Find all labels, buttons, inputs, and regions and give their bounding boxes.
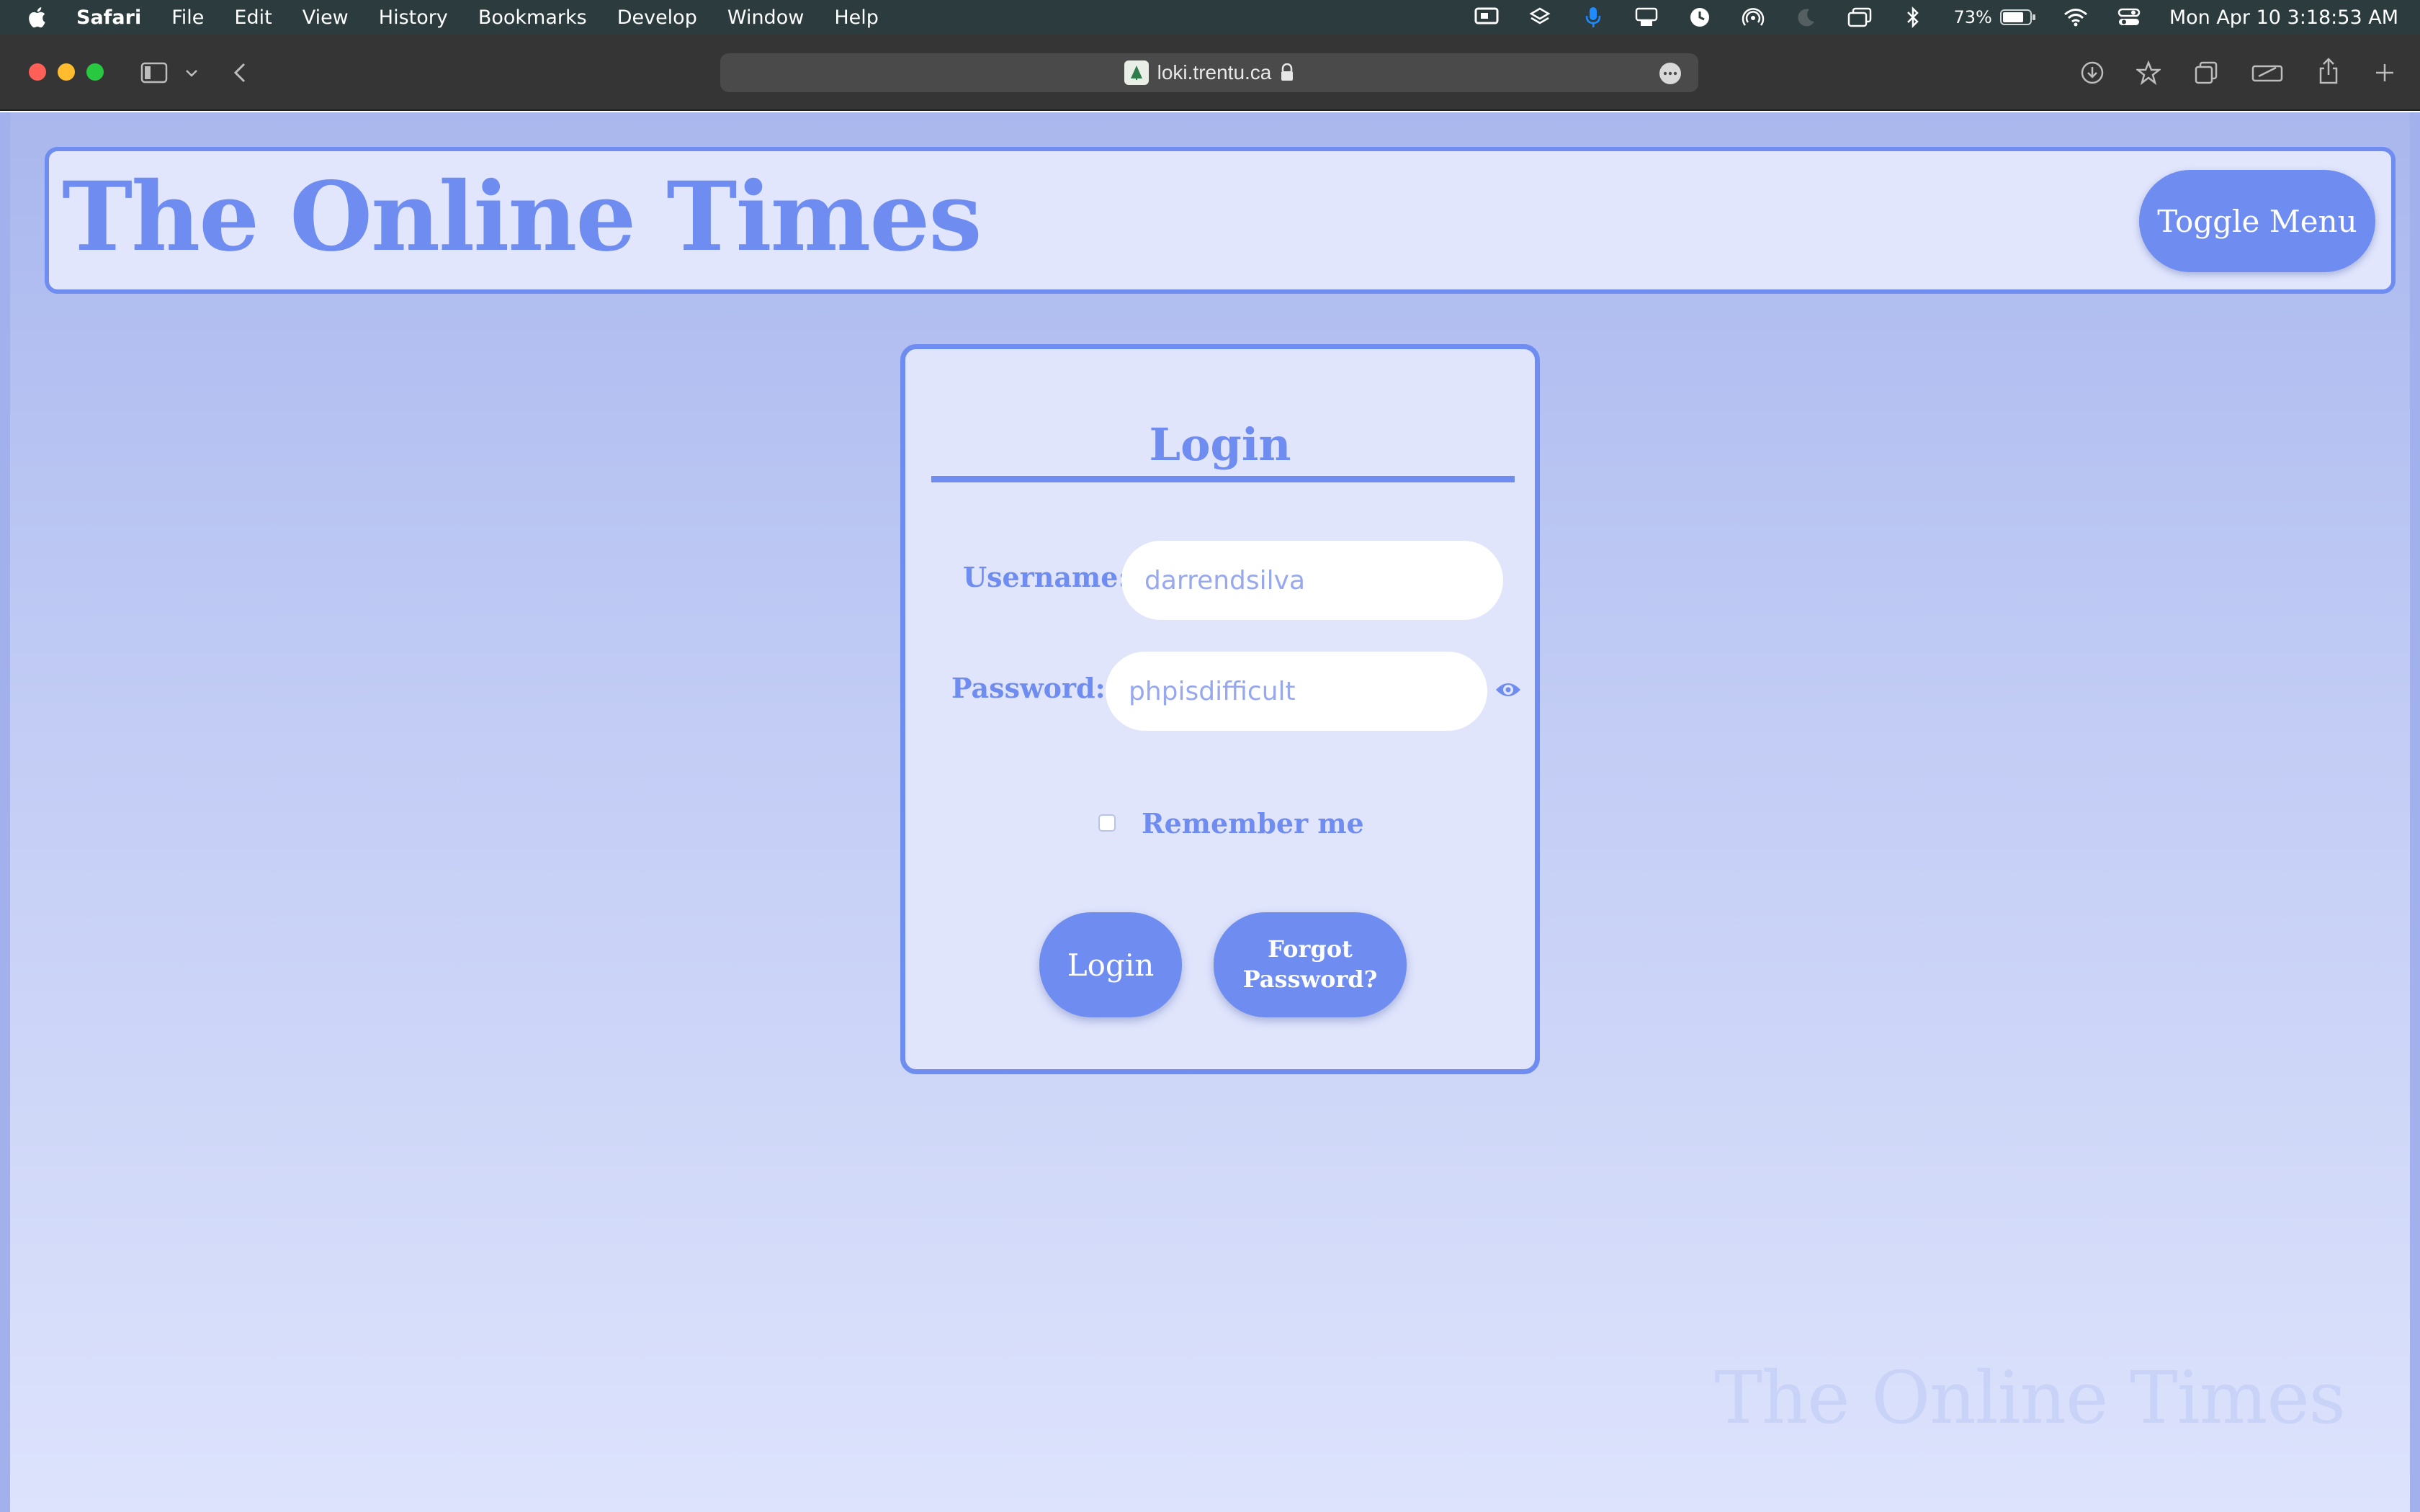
bookmark-star-icon[interactable] [2135,59,2162,86]
menu-window[interactable]: Window [727,6,804,29]
footer-watermark: The Online Times [1714,1356,2346,1440]
battery-icon[interactable] [1999,6,2037,28]
window-icon[interactable] [1845,6,1874,28]
password-field[interactable]: phpisdifficult [1106,652,1487,731]
remember-me-checkbox[interactable] [1098,814,1116,832]
close-window-button[interactable] [29,63,46,81]
chevron-down-icon[interactable] [183,65,200,82]
username-field[interactable]: darrendsilva [1121,541,1503,620]
airdrop-icon[interactable] [1739,6,1767,28]
web-page: The Online Times Toggle Menu Login Usern… [0,112,2420,1512]
menu-view[interactable]: View [302,6,349,29]
menu-history[interactable]: History [379,6,448,29]
share-icon[interactable] [2315,56,2342,86]
back-icon[interactable] [229,60,251,85]
password-label: Password: [951,672,1106,704]
menu-file[interactable]: File [171,6,204,29]
lock-icon [1280,63,1294,82]
apple-icon[interactable] [26,5,50,30]
layers-icon[interactable] [1525,6,1554,28]
menu-bookmarks[interactable]: Bookmarks [478,6,587,29]
battery-percent: 73% [1953,7,1992,27]
username-label: Username: [963,561,1129,593]
minimize-window-button[interactable] [58,63,75,81]
stream-deck-icon[interactable] [1632,6,1661,28]
control-center-icon[interactable] [2115,6,2143,28]
new-tab-icon[interactable] [2371,59,2398,86]
site-header: The Online Times Toggle Menu [45,147,2396,294]
login-button[interactable]: Login [1039,912,1182,1017]
menu-app-safari[interactable]: Safari [76,6,141,29]
zoom-window-button[interactable] [86,63,104,81]
address-url: loki.trentu.ca [1157,61,1272,84]
heading-divider [931,476,1515,482]
sidebar-toggle-icon[interactable] [140,60,169,85]
menu-bar: Safari File Edit View History Bookmarks … [0,0,2420,35]
toggle-menu-button[interactable]: Toggle Menu [2139,170,2375,272]
reading-list-icon[interactable] [2250,59,2285,86]
menu-help[interactable]: Help [834,6,879,29]
wifi-icon[interactable] [2061,6,2090,28]
moon-icon[interactable] [1792,6,1821,28]
site-favicon-icon [1124,60,1149,85]
forgot-password-button[interactable]: Forgot Password? [1214,912,1407,1017]
more-options-icon[interactable] [1659,63,1681,84]
screen-mirroring-icon[interactable] [1472,6,1501,28]
clock-icon[interactable] [1685,6,1714,28]
downloads-icon[interactable] [2079,59,2106,86]
status-area: 73% Mon Apr 10 3:18:53 AM [1448,0,2398,35]
microphone-icon[interactable] [1579,6,1608,28]
menu-edit[interactable]: Edit [234,6,272,29]
remember-me-label[interactable]: Remember me [1142,807,1364,840]
address-bar[interactable]: loki.trentu.ca [720,53,1698,92]
browser-toolbar: loki.trentu.ca [0,35,2420,111]
login-form: Login Username: darrendsilva Password: p… [900,344,1540,1074]
login-heading: Login [1149,418,1291,471]
show-password-eye-icon[interactable] [1494,679,1522,701]
tabs-overview-icon[interactable] [2192,59,2220,86]
bluetooth-icon[interactable] [1899,6,1927,28]
menubar-clock[interactable]: Mon Apr 10 3:18:53 AM [2169,6,2398,29]
menu-develop[interactable]: Develop [617,6,697,29]
site-title[interactable]: The Online Times [62,170,982,265]
